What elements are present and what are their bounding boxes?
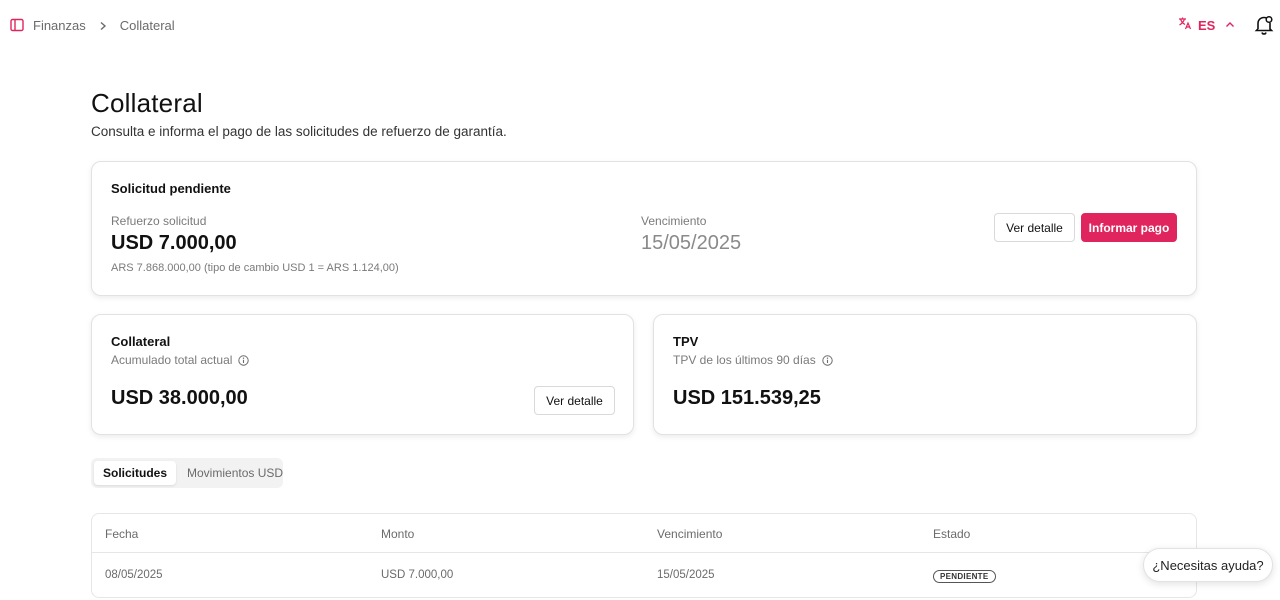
translate-icon — [1178, 16, 1192, 35]
pending-request-card: Solicitud pendiente Refuerzo solicitud U… — [91, 161, 1197, 296]
collateral-view-detail-button[interactable]: Ver detalle — [534, 386, 615, 415]
breadcrumb: Finanzas Collateral — [33, 18, 175, 33]
chevron-right-icon — [98, 20, 110, 32]
breadcrumb-collateral: Collateral — [119, 18, 175, 33]
cell-vencimiento: 15/05/2025 — [657, 569, 715, 581]
status-badge: PENDIENTE — [933, 570, 996, 583]
due-date: 15/05/2025 — [641, 232, 742, 254]
requests-table: Fecha Monto Vencimiento Estado 08/05/202… — [91, 513, 1197, 598]
column-vencimiento: Vencimiento — [657, 527, 723, 541]
page-subtitle: Consulta e informa el pago de las solici… — [91, 124, 507, 139]
tabs: Solicitudes Movimientos USD — [91, 458, 283, 488]
collateral-heading: Collateral — [111, 334, 171, 349]
info-icon[interactable] — [822, 354, 833, 366]
bell-icon[interactable] — [1254, 14, 1274, 36]
cell-monto: USD 7.000,00 — [381, 569, 454, 581]
tpv-label-row: TPV de los últimos 90 días — [673, 353, 833, 367]
column-fecha: Fecha — [105, 527, 139, 541]
breadcrumb-finanzas[interactable]: Finanzas — [33, 18, 86, 33]
table-header: Fecha Monto Vencimiento Estado — [92, 514, 1196, 553]
collateral-label: Acumulado total actual — [111, 353, 233, 367]
chevron-up-icon — [1225, 17, 1235, 35]
column-monto: Monto — [381, 527, 415, 541]
tpv-label: TPV de los últimos 90 días — [673, 353, 816, 367]
help-button[interactable]: ¿Necesitas ayuda? — [1143, 548, 1273, 582]
view-detail-button[interactable]: Ver detalle — [994, 213, 1075, 242]
ars-conversion-note: ARS 7.868.000,00 (tipo de cambio USD 1 =… — [111, 262, 399, 274]
info-icon[interactable] — [238, 354, 250, 366]
report-payment-button[interactable]: Informar pago — [1081, 213, 1177, 242]
collateral-amount: USD 38.000,00 — [111, 387, 248, 409]
reinforcement-label: Refuerzo solicitud — [111, 214, 207, 228]
collateral-card: Collateral Acumulado total actual USD 38… — [91, 314, 634, 435]
collateral-label-row: Acumulado total actual — [111, 353, 250, 367]
top-bar: Finanzas Collateral ES — [0, 0, 1280, 50]
tpv-heading: TPV — [673, 334, 699, 349]
column-estado: Estado — [933, 527, 971, 541]
due-label: Vencimiento — [641, 214, 707, 228]
language-code: ES — [1198, 18, 1216, 33]
sidebar-toggle-icon[interactable] — [10, 18, 24, 32]
cell-fecha: 08/05/2025 — [105, 569, 163, 581]
table-row[interactable]: 08/05/2025 USD 7.000,00 15/05/2025 PENDI… — [92, 553, 1196, 597]
tab-movimientos-usd[interactable]: Movimientos USD — [178, 461, 292, 485]
pending-heading: Solicitud pendiente — [111, 181, 231, 196]
tpv-amount: USD 151.539,25 — [673, 387, 821, 409]
language-selector[interactable]: ES — [1178, 16, 1235, 35]
reinforcement-amount: USD 7.000,00 — [111, 232, 237, 254]
page-title: Collateral — [91, 88, 203, 118]
tpv-card: TPV TPV de los últimos 90 días USD 151.5… — [653, 314, 1197, 435]
tab-solicitudes[interactable]: Solicitudes — [94, 461, 177, 485]
